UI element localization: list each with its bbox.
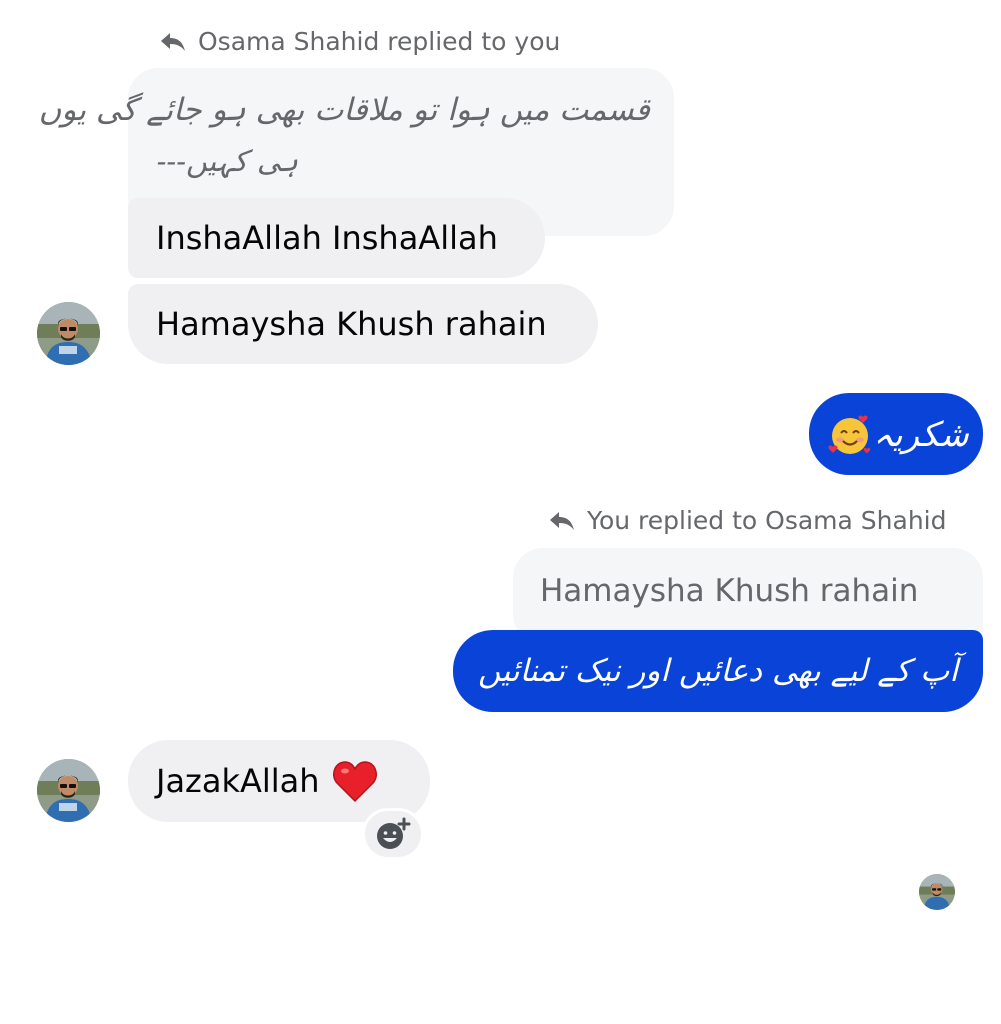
message-text: JazakAllah — [156, 762, 320, 800]
avatar-image — [919, 874, 955, 910]
red-heart-emoji — [332, 761, 377, 803]
outgoing-message-bubble[interactable]: آپ کے لیے بھی دعائیں اور نیک تمنائیں — [453, 630, 983, 712]
quoted-text-line-1: قسمت میں ہوا تو ملاقات بھی ہو جائے گی یو… — [38, 92, 650, 128]
message-text: InshaAllah InshaAllah — [156, 219, 498, 257]
reply-label-text: Osama Shahid replied to you — [198, 27, 561, 56]
avatar-image — [37, 759, 100, 822]
read-receipt-avatar — [919, 874, 955, 910]
add-reaction-button[interactable] — [362, 808, 424, 860]
incoming-message-bubble[interactable]: Hamaysha Khush rahain — [128, 284, 598, 364]
smiling-face-with-hearts-emoji — [828, 415, 871, 454]
message-text: Hamaysha Khush rahain — [156, 305, 547, 343]
message-text: شکریہ — [873, 414, 969, 455]
reply-arrow-icon — [161, 32, 185, 51]
incoming-message-bubble[interactable]: InshaAllah InshaAllah — [128, 198, 545, 278]
avatar-image — [37, 302, 100, 365]
message-text: آپ کے لیے بھی دعائیں اور نیک تمنائیں — [478, 653, 958, 689]
reply-context-label: You replied to Osama Shahid — [549, 508, 947, 533]
reply-arrow-icon — [550, 511, 574, 530]
outgoing-message-bubble[interactable]: شکریہ — [809, 393, 983, 475]
quoted-text-line-2: ہی کہیں--- — [156, 144, 298, 178]
avatar[interactable] — [37, 302, 100, 365]
add-reaction-icon — [377, 817, 411, 849]
quoted-text: Hamaysha Khush rahain — [540, 573, 919, 609]
reply-label-text: You replied to Osama Shahid — [587, 506, 947, 535]
avatar[interactable] — [37, 759, 100, 822]
reply-context-label: Osama Shahid replied to you — [160, 29, 560, 54]
